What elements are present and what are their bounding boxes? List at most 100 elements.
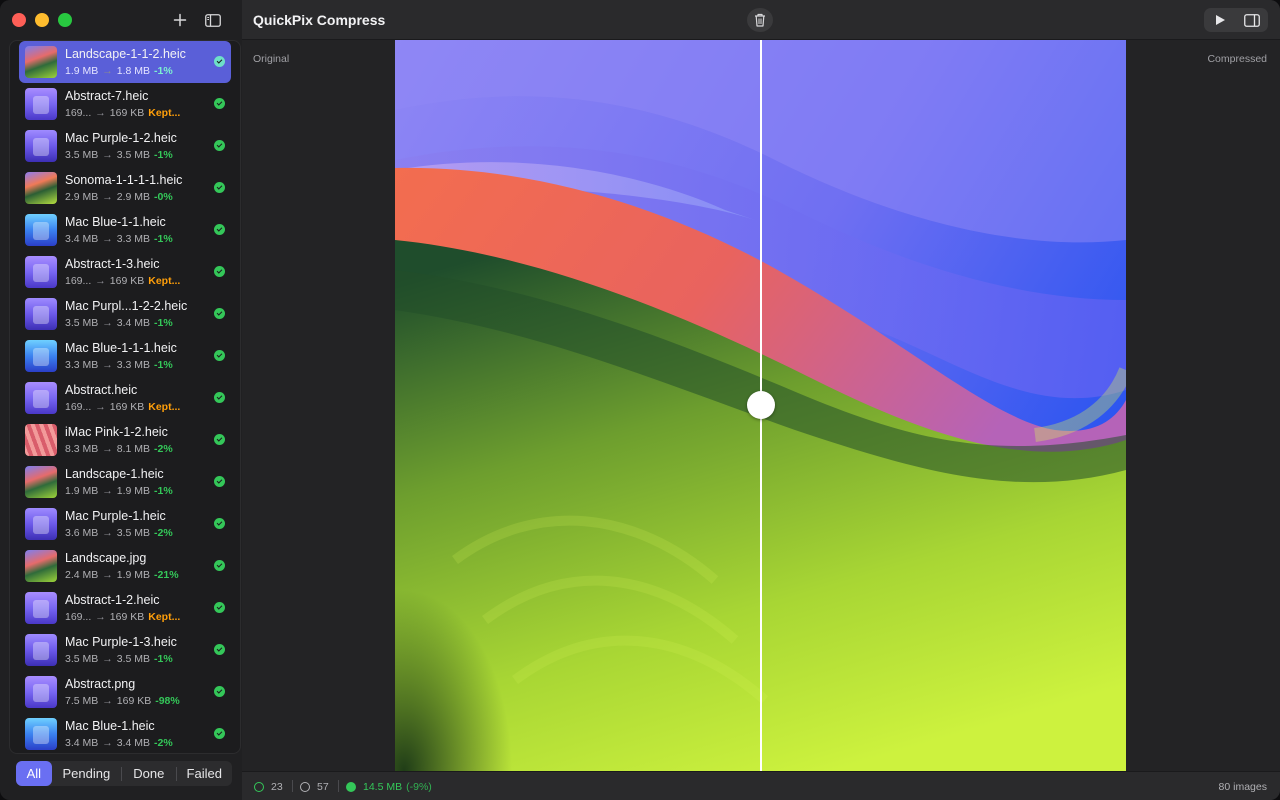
arrow-right-icon: → [95, 401, 106, 413]
close-window-button[interactable] [12, 13, 26, 27]
checkmark-icon [214, 644, 225, 655]
original-size: 7.5 MB [65, 695, 99, 707]
checkmark-icon [214, 56, 225, 67]
file-size-info: 1.9 MB → 1.9 MB -1% [65, 485, 173, 497]
file-list-item[interactable]: Landscape-1-1-2.heic 1.9 MB → 1.8 MB -1% [19, 41, 231, 83]
arrow-right-icon: → [102, 233, 113, 245]
file-thumbnail [25, 508, 57, 540]
arrow-right-icon: → [102, 149, 113, 161]
size-delta: -1% [154, 485, 173, 497]
original-size: 3.4 MB [65, 233, 99, 245]
size-delta: -2% [154, 527, 173, 539]
file-list-item[interactable]: Mac Purple-1-2.heic 3.5 MB → 3.5 MB -1% [19, 125, 231, 167]
thumbnail-mark [33, 390, 49, 408]
comparison-image[interactable] [395, 40, 1126, 771]
original-label: Original [253, 53, 290, 65]
compressed-size: 3.5 MB [116, 527, 151, 539]
filter-pending-button[interactable]: Pending [52, 761, 121, 786]
comparison-slider-handle[interactable] [747, 391, 775, 419]
file-list-item[interactable]: Mac Blue-1.heic 3.4 MB → 3.4 MB -2% [19, 713, 231, 753]
toolbar: QuickPix Compress [242, 0, 1280, 40]
file-thumbnail [25, 718, 57, 750]
checkmark-icon [214, 434, 225, 445]
size-saved-icon [346, 782, 356, 792]
file-list-item[interactable]: Mac Purpl...1-2-2.heic 3.5 MB → 3.4 MB -1% [19, 293, 231, 335]
arrow-right-icon: → [102, 443, 113, 455]
size-delta: Kept... [148, 401, 181, 413]
file-name: Mac Purple-1.heic [65, 509, 166, 523]
minimize-window-button[interactable] [35, 13, 49, 27]
file-name: Abstract-7.heic [65, 89, 149, 103]
arrow-right-icon: → [95, 611, 106, 623]
panel-right-icon [1244, 13, 1260, 27]
sidebar-titlebar [0, 0, 242, 40]
file-list-item[interactable]: iMac Pink-1-2.heic 8.3 MB → 8.1 MB -2% [19, 419, 231, 461]
zoom-window-button[interactable] [58, 13, 72, 27]
file-name: Mac Blue-1.heic [65, 719, 155, 733]
size-delta: -1% [154, 65, 173, 77]
file-list-item[interactable]: Sonoma-1-1-1-1.heic 2.9 MB → 2.9 MB -0% [19, 167, 231, 209]
arrow-right-icon: → [102, 65, 113, 77]
file-thumbnail [25, 634, 57, 666]
compressed-size: 169 KB [109, 611, 145, 623]
app-title: QuickPix Compress [253, 12, 386, 28]
compressed-size: 169 KB [109, 401, 145, 413]
original-size: 169... [65, 401, 92, 413]
sidebar: Landscape-1-1-2.heic 1.9 MB → 1.8 MB -1% Abst… [0, 0, 242, 800]
checkmark-icon [214, 182, 225, 193]
file-name: Mac Purpl...1-2-2.heic [65, 299, 188, 313]
file-list-item[interactable]: Mac Blue-1-1.heic 3.4 MB → 3.3 MB -1% [19, 209, 231, 251]
thumbnail-mark [33, 600, 49, 618]
file-list-item[interactable]: Landscape-1.heic 1.9 MB → 1.9 MB -1% [19, 461, 231, 503]
original-size: 1.9 MB [65, 485, 99, 497]
file-size-info: 3.5 MB → 3.5 MB -1% [65, 653, 173, 665]
file-list-item[interactable]: Mac Blue-1-1-1.heic 3.3 MB → 3.3 MB -1% [19, 335, 231, 377]
file-size-info: 1.9 MB → 1.8 MB -1% [65, 65, 173, 77]
checkmark-icon [214, 266, 225, 277]
file-name: Mac Blue-1-1-1.heic [65, 341, 177, 355]
file-list-item[interactable]: Abstract.png 7.5 MB → 169 KB -98% [19, 671, 231, 713]
file-thumbnail [25, 424, 57, 456]
delete-button[interactable] [747, 8, 773, 32]
toggle-sidebar-button[interactable] [200, 8, 226, 32]
file-list-item[interactable]: Mac Purple-1.heic 3.6 MB → 3.5 MB -2% [19, 503, 231, 545]
file-thumbnail [25, 592, 57, 624]
toolbar-action-group [1204, 8, 1268, 32]
file-name: Sonoma-1-1-1-1.heic [65, 173, 183, 187]
thumbnail-mark [33, 264, 49, 282]
file-name: Abstract-1-2.heic [65, 593, 160, 607]
file-list-item[interactable]: Landscape.jpg 2.4 MB → 1.9 MB -21% [19, 545, 231, 587]
checkmark-icon [214, 350, 225, 361]
filter-all-button[interactable]: All [16, 761, 52, 786]
file-list-item[interactable]: Abstract-7.heic 169... → 169 KB Kept... [19, 83, 231, 125]
file-list-item[interactable]: Abstract-1-2.heic 169... → 169 KB Kept... [19, 587, 231, 629]
file-list-item[interactable]: Abstract.heic 169... → 169 KB Kept... [19, 377, 231, 419]
compressed-size: 1.8 MB [116, 65, 151, 77]
file-name: Abstract.png [65, 677, 136, 691]
add-files-button[interactable] [167, 8, 193, 32]
original-size: 2.9 MB [65, 191, 99, 203]
original-size: 3.5 MB [65, 653, 99, 665]
filter-failed-button[interactable]: Failed [177, 761, 232, 786]
image-count: 80 images [1218, 781, 1267, 793]
file-thumbnail [25, 298, 57, 330]
start-compress-button[interactable] [1204, 8, 1236, 32]
filter-done-button[interactable]: Done [122, 761, 176, 786]
plus-icon [173, 13, 187, 27]
file-thumbnail [25, 130, 57, 162]
file-list-item[interactable]: Mac Purple-1-3.heic 3.5 MB → 3.5 MB -1% [19, 629, 231, 671]
compressed-size: 2.9 MB [116, 191, 151, 203]
size-total: 14.5 MB [363, 781, 403, 793]
file-list-item[interactable]: Abstract-1-3.heic 169... → 169 KB Kept... [19, 251, 231, 293]
thumbnail-mark [33, 642, 49, 660]
arrow-right-icon: → [102, 485, 113, 497]
original-size: 169... [65, 107, 92, 119]
size-delta: -1% [154, 317, 173, 329]
status-separator [292, 780, 293, 792]
main-area: QuickPix Compress Original Compressed 23… [242, 0, 1280, 800]
file-name: Abstract.heic [65, 383, 138, 397]
file-thumbnail [25, 340, 57, 372]
trash-icon [755, 13, 765, 27]
toggle-inspector-button[interactable] [1236, 8, 1268, 32]
original-size: 3.5 MB [65, 149, 99, 161]
